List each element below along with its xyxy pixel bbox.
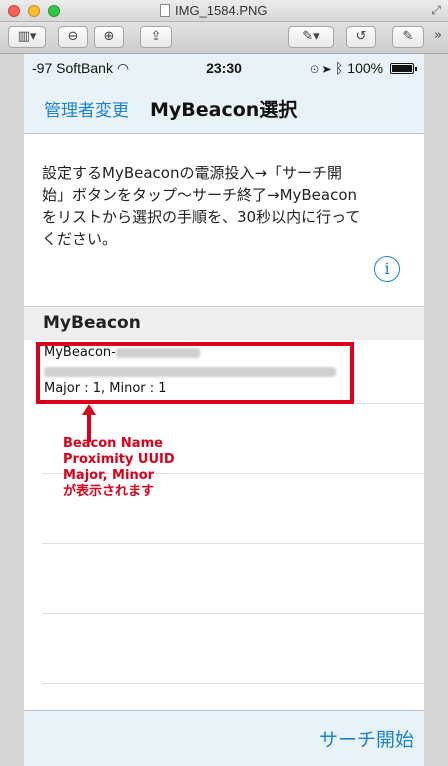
toolbar-more-button[interactable]: » — [430, 26, 446, 48]
zoom-window-button[interactable] — [48, 5, 60, 17]
instructions-line: をリストから選択の手順を、30秒以内に行って — [42, 208, 361, 226]
zoom-in-button[interactable]: ⊕ — [94, 26, 124, 48]
list-item — [42, 544, 424, 614]
instructions-line: 設定するMyBeaconの電源投入→「サーチ開 — [42, 164, 343, 182]
status-bar: -97 SoftBank ◠ 23:30 ⊙ ➤ ᛒ 100% — [24, 54, 424, 84]
document-icon — [160, 4, 170, 17]
info-icon[interactable]: i — [374, 256, 400, 282]
window-titlebar: IMG_1584.PNG ⤢ — [0, 0, 448, 22]
battery-icon — [390, 63, 417, 74]
section-header-label: MyBeacon — [43, 313, 141, 333]
instructions-line: 始」ボタンをタップ〜サーチ終了→MyBeacon — [42, 186, 358, 204]
section-header: MyBeacon — [24, 306, 424, 340]
annotation-line: Major, Minor — [63, 468, 155, 483]
highlight-box — [36, 342, 354, 404]
fullscreen-icon[interactable]: ⤢ — [431, 3, 441, 18]
annotation-line: Beacon Name — [63, 436, 163, 451]
admin-change-button[interactable]: 管理者変更 — [44, 96, 129, 121]
navigation-bar: 管理者変更 MyBeacon選択 — [24, 84, 424, 134]
close-window-button[interactable] — [8, 5, 20, 17]
bluetooth-icon: ᛒ — [335, 60, 344, 76]
annotation-line: Proximity UUID — [63, 452, 175, 467]
window-title: IMG_1584.PNG — [160, 3, 268, 18]
instructions-text: 設定するMyBeaconの電源投入→「サーチ開 始」ボタンをタップ〜サーチ終了→… — [42, 162, 410, 250]
annotation-line: が表示されます — [63, 484, 155, 499]
share-button[interactable]: ⇪ — [140, 26, 172, 48]
page-title: MyBeacon選択 — [150, 99, 298, 121]
location-icon: ➤ — [322, 60, 332, 76]
annotate-button[interactable]: ✎▾ — [288, 26, 334, 48]
list-item — [42, 614, 424, 684]
iphone-screen: -97 SoftBank ◠ 23:30 ⊙ ➤ ᛒ 100% 管理者変更 My… — [24, 54, 424, 766]
preview-toolbar: ▥▾ ⊖ ⊕ ⇪ ✎▾ ↺ ✎ » — [0, 22, 448, 54]
status-right: ⊙ ➤ ᛒ 100% — [310, 60, 417, 76]
battery-percent: 100% — [347, 60, 384, 76]
start-search-button[interactable]: サーチ開始 — [319, 725, 414, 752]
rotation-lock-icon: ⊙ — [310, 60, 319, 76]
instructions-line: ください。 — [42, 230, 118, 248]
annotation-text: Beacon Name Proximity UUID Major, Minor が表示… — [63, 436, 175, 500]
bottom-toolbar: サーチ開始 — [24, 710, 424, 766]
rotate-button[interactable]: ↺ — [346, 26, 376, 48]
edit-button[interactable]: ✎ — [392, 26, 424, 48]
battery-fill — [392, 65, 412, 72]
minimize-window-button[interactable] — [28, 5, 40, 17]
zoom-out-button[interactable]: ⊖ — [58, 26, 88, 48]
sidebar-toggle-button[interactable]: ▥▾ — [8, 26, 46, 48]
